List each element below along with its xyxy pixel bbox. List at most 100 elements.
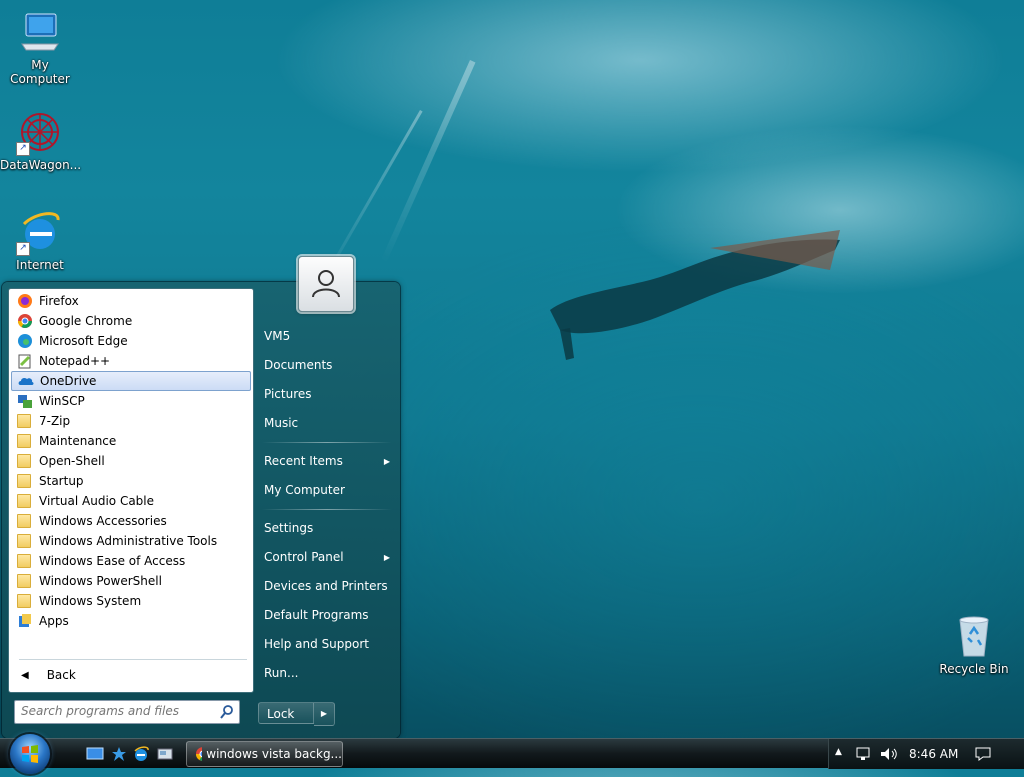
folder-icon [17,493,33,509]
program-item-virtual-audio-cable[interactable]: Virtual Audio Cable [11,491,251,511]
menu-item-my-computer[interactable]: My Computer [254,476,400,505]
search-icon[interactable] [219,704,235,720]
back-button[interactable]: ◀ Back [15,665,76,685]
edge-icon [17,333,33,349]
chevron-up-icon[interactable]: ▲ [835,747,842,757]
search-input[interactable] [15,701,217,721]
program-item-windows-ease-of-access[interactable]: Windows Ease of Access [11,551,251,571]
firefox-icon [17,293,33,309]
menu-item-user[interactable]: VM5 [254,322,400,351]
program-item-notepadpp[interactable]: Notepad++ [11,351,251,371]
menu-separator [262,509,392,510]
menu-item-devices-printers[interactable]: Devices and Printers [254,572,400,601]
lock-options-button[interactable]: ▶ [314,702,335,726]
menu-item-run[interactable]: Run... [254,659,400,688]
programs-list: Firefox Google Chrome Microsoft Edge Not… [9,289,253,631]
program-item-windows-accessories[interactable]: Windows Accessories [11,511,251,531]
menu-item-recent-items[interactable]: Recent Items ▶ [254,447,400,476]
folder-icon [17,513,33,529]
menu-item-settings[interactable]: Settings [254,514,400,543]
desktop-icon-recycle-bin[interactable]: Recycle Bin [934,612,1014,676]
menu-item-label: Settings [264,521,314,535]
menu-item-control-panel[interactable]: Control Panel ▶ [254,543,400,572]
program-item-startup[interactable]: Startup [11,471,251,491]
taskbar-window-label: windows vista backg... [206,747,342,761]
show-desktop-icon[interactable] [86,745,104,763]
clock[interactable]: 8:46 AM [909,739,958,769]
taskbar-window-button[interactable]: windows vista backg... [186,741,343,767]
program-item-open-shell[interactable]: Open-Shell [11,451,251,471]
program-item-firefox[interactable]: Firefox [11,291,251,311]
internet-explorer-icon[interactable] [132,745,150,763]
internet-explorer-icon: ↗ [16,208,64,256]
program-label: Microsoft Edge [39,334,128,348]
network-icon[interactable] [855,746,873,762]
programs-divider [19,659,247,660]
menu-item-label: Control Panel [264,550,344,564]
menu-item-documents[interactable]: Documents [254,351,400,380]
desktop-icon-internet[interactable]: ↗ Internet [0,208,80,272]
program-item-windows-system[interactable]: Windows System [11,591,251,611]
back-arrow-icon: ◀ [21,669,29,681]
program-label: 7-Zip [39,414,71,428]
program-item-chrome[interactable]: Google Chrome [11,311,251,331]
search-box[interactable] [14,700,240,724]
menu-item-music[interactable]: Music [254,409,400,438]
program-item-edge[interactable]: Microsoft Edge [11,331,251,351]
action-center-icon[interactable] [974,745,992,763]
folder-icon [17,573,33,589]
shortcut-arrow-icon: ↗ [16,142,30,156]
programs-pane: Firefox Google Chrome Microsoft Edge Not… [8,288,254,693]
folder-icon [17,473,33,489]
program-label: Virtual Audio Cable [39,494,155,508]
program-label: Maintenance [39,434,117,448]
menu-item-help-support[interactable]: Help and Support [254,630,400,659]
lock-control: Lock ▶ [258,702,335,726]
onedrive-icon [18,373,34,389]
user-picture[interactable] [298,256,354,312]
shortcut-arrow-icon: ↗ [16,242,30,256]
light-ray [380,60,476,264]
lock-label: Lock [267,707,295,721]
chrome-icon [196,747,203,761]
switch-windows-icon[interactable] [156,745,174,763]
program-label: Open-Shell [39,454,105,468]
submenu-arrow-icon: ▶ [383,457,390,466]
recycle-bin-icon [950,612,998,660]
menu-separator [262,442,392,443]
program-item-winscp[interactable]: WinSCP [11,391,251,411]
program-label: Apps [39,614,69,628]
menu-item-label: Documents [264,358,333,372]
program-item-onedrive[interactable]: OneDrive [11,371,251,391]
volume-icon[interactable] [879,746,899,762]
program-label: Firefox [39,294,79,308]
program-item-windows-admin-tools[interactable]: Windows Administrative Tools [11,531,251,551]
system-tray: ▲ 8:46 AM [828,739,1024,769]
menu-item-label: VM5 [264,329,291,343]
start-button[interactable] [10,734,50,774]
lock-button[interactable]: Lock [258,702,314,724]
datawagon-icon: ↗ [16,108,64,156]
desktop-icon-datawagon[interactable]: ↗ DataWagon... [0,108,81,172]
program-item-maintenance[interactable]: Maintenance [11,431,251,451]
program-label: Windows Administrative Tools [39,534,218,548]
program-label: Windows Ease of Access [39,554,186,568]
program-item-apps[interactable]: Apps [11,611,251,631]
favorites-star-icon[interactable] [110,745,128,763]
program-item-7zip[interactable]: 7-Zip [11,411,251,431]
computer-icon [16,8,64,56]
menu-item-pictures[interactable]: Pictures [254,380,400,409]
program-label: Windows PowerShell [39,574,162,588]
program-label: OneDrive [40,374,97,388]
menu-item-default-programs[interactable]: Default Programs [254,601,400,630]
program-label: Startup [39,474,84,488]
places-pane: VM5 Documents Pictures Music Recent Item… [254,322,400,688]
folder-icon [17,433,33,449]
menu-item-label: Help and Support [264,637,369,651]
taskbar: windows vista backg... ▲ 8:46 AM [0,734,1024,774]
notepadpp-icon [17,353,33,369]
freediver-image [550,230,840,360]
desktop-icon-my-computer[interactable]: My Computer [0,8,80,86]
program-label: Windows System [39,594,142,608]
program-item-windows-powershell[interactable]: Windows PowerShell [11,571,251,591]
